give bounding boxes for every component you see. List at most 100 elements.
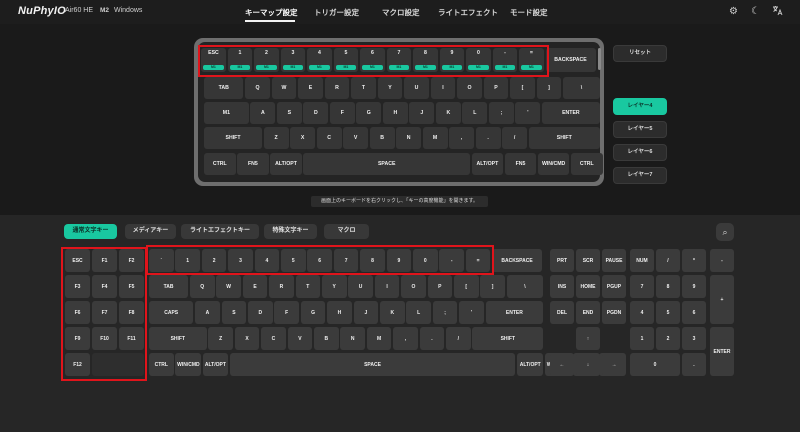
picker-key-pgup[interactable]: PGUP bbox=[602, 275, 626, 298]
layer-5-button[interactable]: レイヤー5 bbox=[613, 121, 667, 138]
picker-key-8[interactable]: 8 bbox=[360, 249, 385, 272]
picker-key-quote[interactable]: ' bbox=[459, 301, 484, 324]
numpad-key-6[interactable]: 6 bbox=[682, 301, 706, 324]
picker-key-9[interactable]: 9 bbox=[386, 249, 412, 272]
picker-key-m[interactable]: M bbox=[366, 327, 392, 350]
picker-key-7[interactable]: 7 bbox=[333, 249, 359, 272]
picker-key-g[interactable]: G bbox=[300, 301, 326, 324]
preview-key-9[interactable]: 9 M1 bbox=[439, 48, 465, 72]
picker-key-u[interactable]: U bbox=[348, 275, 373, 298]
preview-key-d[interactable]: D bbox=[303, 102, 329, 124]
preview-key-w[interactable]: W bbox=[271, 77, 297, 99]
picker-key-f11[interactable]: F11 bbox=[119, 327, 144, 350]
numpad-key-0[interactable]: 0 bbox=[630, 353, 680, 376]
preview-key-fn5[interactable]: FN5 bbox=[504, 153, 537, 175]
picker-key-minus[interactable]: - bbox=[439, 249, 464, 272]
preview-key-x[interactable]: X bbox=[290, 127, 316, 149]
category-tab-lighting[interactable]: ライトエフェクトキー bbox=[181, 224, 259, 239]
picker-key-f5[interactable]: F5 bbox=[119, 275, 144, 298]
picker-key-f[interactable]: F bbox=[274, 301, 299, 324]
preview-key-shift[interactable]: SHIFT bbox=[528, 127, 600, 149]
preview-key-0[interactable]: 0 M1 bbox=[466, 48, 491, 72]
tab-keymap[interactable]: キーマップ設定 bbox=[245, 7, 298, 18]
layer-6-button[interactable]: レイヤー6 bbox=[613, 144, 667, 161]
picker-key-prt[interactable]: PRT bbox=[550, 249, 574, 272]
picker-key-r[interactable]: R bbox=[269, 275, 294, 298]
preview-key-h[interactable]: H bbox=[382, 102, 408, 124]
picker-key-x[interactable]: X bbox=[234, 327, 260, 350]
numpad-key-9[interactable]: 9 bbox=[682, 275, 706, 298]
picker-key-caps[interactable]: CAPS bbox=[149, 301, 194, 324]
preview-key-2[interactable]: 2 M1 bbox=[254, 48, 279, 72]
picker-key-w[interactable]: W bbox=[216, 275, 241, 298]
picker-key-f6[interactable]: F6 bbox=[65, 301, 90, 324]
preview-key-m1[interactable]: M1 bbox=[204, 102, 249, 124]
picker-key-f8[interactable]: F8 bbox=[119, 301, 144, 324]
picker-key-left[interactable]: ← bbox=[550, 353, 574, 376]
numpad-key-4[interactable]: 4 bbox=[630, 301, 654, 324]
picker-key-esc[interactable]: ESC bbox=[65, 249, 90, 272]
preview-key-backslash[interactable]: \ bbox=[563, 77, 600, 99]
preview-key-slash[interactable]: / bbox=[502, 127, 528, 149]
picker-key-enter[interactable]: ENTER bbox=[485, 301, 544, 324]
preview-key-fn5[interactable]: FN5 bbox=[237, 153, 269, 175]
preview-key-f[interactable]: F bbox=[329, 102, 355, 124]
numpad-key-plus[interactable]: + bbox=[710, 275, 734, 324]
numpad-key-num[interactable]: NUM bbox=[630, 249, 654, 272]
picker-key-f7[interactable]: F7 bbox=[92, 301, 117, 324]
picker-key-a[interactable]: A bbox=[195, 301, 220, 324]
picker-key-space[interactable]: SPACE bbox=[229, 353, 516, 376]
picker-key-i[interactable]: I bbox=[374, 275, 400, 298]
picker-key-equals[interactable]: = bbox=[465, 249, 491, 272]
picker-key-l[interactable]: L bbox=[406, 301, 431, 324]
picker-key-d[interactable]: D bbox=[248, 301, 273, 324]
picker-key-1[interactable]: 1 bbox=[175, 249, 200, 272]
preview-key-period[interactable]: . bbox=[475, 127, 501, 149]
preview-key-8[interactable]: 8 M1 bbox=[413, 48, 438, 72]
tab-trigger[interactable]: トリガー設定 bbox=[314, 7, 359, 18]
picker-key-t[interactable]: T bbox=[295, 275, 321, 298]
picker-key-s[interactable]: S bbox=[221, 301, 247, 324]
layer-4-button[interactable]: レイヤー4 bbox=[613, 98, 667, 115]
preview-key-win-cmd[interactable]: WIN/CMD bbox=[537, 153, 570, 175]
picker-key-e[interactable]: E bbox=[242, 275, 268, 298]
numpad-key-8[interactable]: 8 bbox=[656, 275, 680, 298]
preview-key-alt-opt[interactable]: ALT/OPT bbox=[471, 153, 504, 175]
picker-key-backspace[interactable]: BACKSPACE bbox=[492, 249, 542, 272]
picker-key-shift[interactable]: SHIFT bbox=[149, 327, 207, 350]
numpad-key-asterisk[interactable]: * bbox=[682, 249, 706, 272]
preview-key-ctrl[interactable]: CTRL bbox=[204, 153, 236, 175]
picker-key-up[interactable]: ↑ bbox=[576, 327, 600, 350]
preview-key-tab[interactable]: TAB bbox=[204, 77, 244, 99]
preview-key-e[interactable]: E bbox=[298, 77, 323, 99]
picker-key-ins[interactable]: INS bbox=[550, 275, 574, 298]
category-tab-normal[interactable]: 通常文字キー bbox=[64, 224, 117, 239]
preview-key-esc[interactable]: ESC M1 bbox=[201, 48, 226, 72]
preview-key-s[interactable]: S bbox=[276, 102, 302, 124]
preview-key-ctrl[interactable]: CTRL bbox=[571, 153, 603, 175]
preview-key-y[interactable]: Y bbox=[377, 77, 403, 99]
picker-key-pause[interactable]: PAUSE bbox=[602, 249, 626, 272]
picker-key-c[interactable]: C bbox=[261, 327, 286, 350]
preview-key-n[interactable]: N bbox=[396, 127, 422, 149]
picker-key-j[interactable]: J bbox=[353, 301, 379, 324]
preview-key-t[interactable]: T bbox=[351, 77, 376, 99]
picker-key-f4[interactable]: F4 bbox=[92, 275, 117, 298]
picker-key-ctrl[interactable]: CTRL bbox=[149, 353, 174, 376]
picker-key-alt-opt[interactable]: ALT/OPT bbox=[203, 353, 228, 376]
preview-key-equals[interactable]: = M1 bbox=[519, 48, 544, 72]
picker-key-f3[interactable]: F3 bbox=[65, 275, 90, 298]
preview-key-lbracket[interactable]: [ bbox=[510, 77, 535, 99]
picker-key-win-cmd[interactable]: WIN/CMD bbox=[175, 353, 202, 376]
preview-key-j[interactable]: J bbox=[409, 102, 435, 124]
preview-key-7[interactable]: 7 M1 bbox=[386, 48, 412, 72]
moon-icon[interactable]: ☾ bbox=[749, 5, 762, 18]
preview-key-space[interactable]: SPACE bbox=[303, 153, 471, 175]
picker-key-del[interactable]: DEL bbox=[550, 301, 574, 324]
preview-key-c[interactable]: C bbox=[316, 127, 342, 149]
preview-key-3[interactable]: 3 M1 bbox=[280, 48, 306, 72]
picker-key-comma[interactable]: , bbox=[393, 327, 418, 350]
numpad-key-7[interactable]: 7 bbox=[630, 275, 654, 298]
picker-key-period[interactable]: . bbox=[419, 327, 445, 350]
preview-key-semicolon[interactable]: ; bbox=[488, 102, 514, 124]
